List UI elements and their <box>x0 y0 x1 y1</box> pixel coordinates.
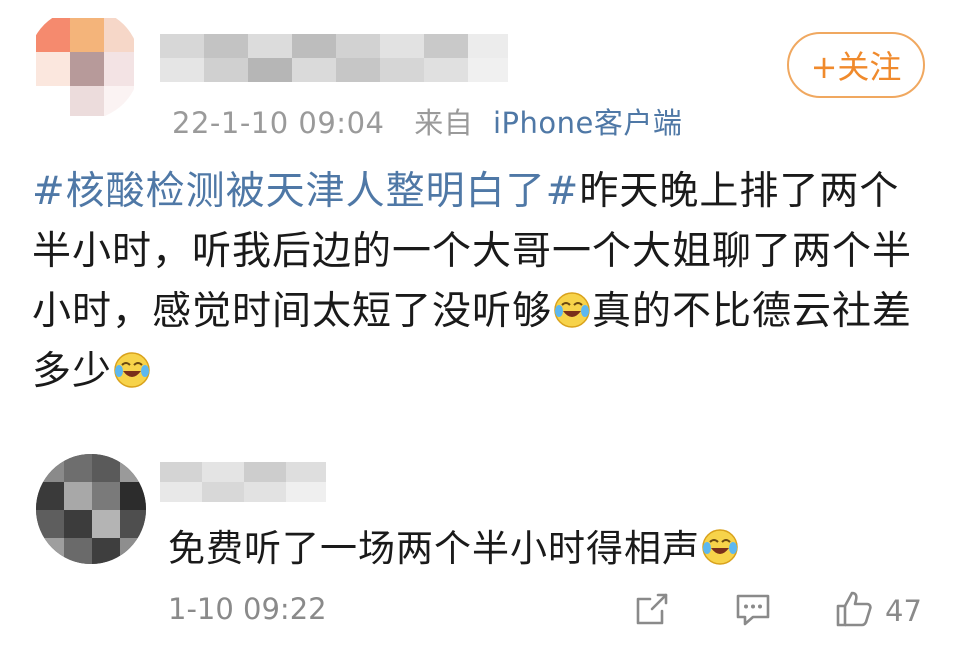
comment-text: 免费听了一场两个半小时得相声 <box>168 527 700 570</box>
post-timestamp: 22-1-10 09:04 <box>172 106 385 140</box>
share-icon <box>632 589 672 633</box>
post-content: #核酸检测被天津人整明白了#昨天晚上排了两个半小时，听我后边的一个大哥一个大姐聊… <box>32 162 932 402</box>
post-author-name-redacted[interactable] <box>160 30 510 86</box>
share-button[interactable] <box>632 588 672 634</box>
comment-author-name-redacted[interactable] <box>160 460 330 504</box>
post-hashtag-link[interactable]: #核酸检测被天津人整明白了# <box>32 169 579 214</box>
comment-timestamp: 1-10 09:22 <box>168 592 327 626</box>
follow-button[interactable]: +关注 <box>787 32 925 98</box>
laugh-cry-emoji-icon <box>553 287 591 328</box>
post-meta: 22-1-10 09:04 来自 iPhone客户端 <box>172 100 682 142</box>
comment-author-avatar[interactable] <box>36 454 146 564</box>
post-client-link[interactable]: iPhone客户端 <box>493 106 682 140</box>
post-source-label: 来自 <box>414 106 474 140</box>
post-author-avatar[interactable] <box>28 8 140 120</box>
like-button[interactable]: 47 <box>833 588 922 634</box>
like-count: 47 <box>885 594 922 628</box>
comment-content: 免费听了一场两个半小时得相声 <box>168 518 740 572</box>
reply-button[interactable] <box>733 588 773 634</box>
laugh-cry-emoji-icon <box>113 347 151 388</box>
thumbs-up-icon <box>833 588 875 634</box>
laugh-cry-emoji-icon <box>701 528 739 566</box>
comment-icon <box>733 589 773 633</box>
weibo-post-screen: 22-1-10 09:04 来自 iPhone客户端 +关注 #核酸检测被天津人… <box>0 0 960 660</box>
